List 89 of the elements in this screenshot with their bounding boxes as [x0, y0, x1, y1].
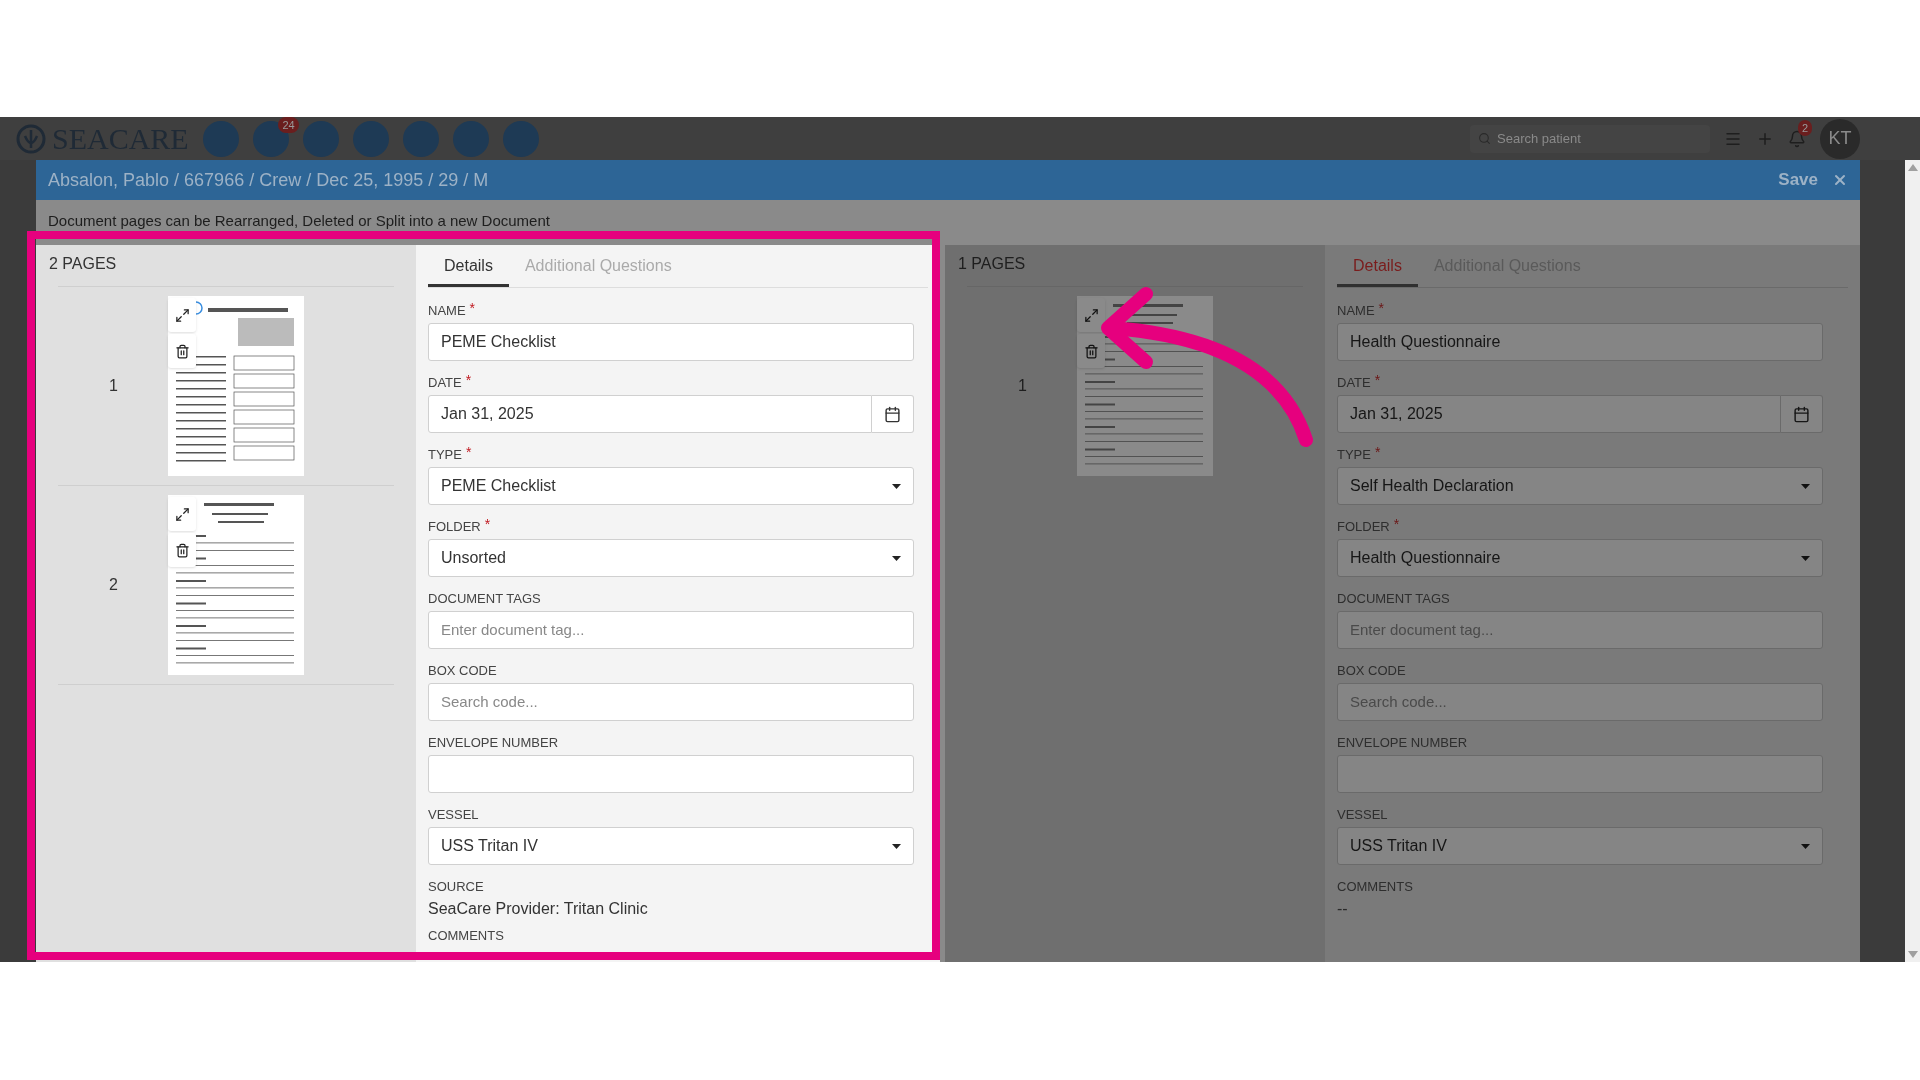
- date-field[interactable]: Jan 31, 2025: [1337, 395, 1781, 433]
- pages-count: 2 PAGES: [48, 254, 118, 274]
- required-mark: *: [1393, 518, 1400, 530]
- notice-text: Document pages can be Rearranged, Deleted or Split into a new Document: [48, 211, 550, 231]
- field-value: SeaCare Provider: Tritan Clinic: [428, 899, 649, 919]
- trash-icon: [1083, 343, 1099, 359]
- field-label: COMMENTS: [428, 927, 504, 944]
- text-field[interactable]: Enter document tag...: [1337, 611, 1823, 649]
- delete-button[interactable]: [1077, 334, 1105, 368]
- expand-button[interactable]: [168, 497, 196, 531]
- pages-count: 1 PAGES: [957, 254, 1027, 274]
- caret-icon: [892, 555, 901, 561]
- field-label: DATE: [428, 374, 462, 391]
- required-mark: *: [465, 446, 472, 458]
- required-mark: *: [1374, 446, 1381, 458]
- field-label: DATE: [1337, 374, 1371, 391]
- field-label: TYPE: [1337, 446, 1371, 463]
- field-label: NAME: [1337, 302, 1375, 319]
- field-label: TYPE: [428, 446, 462, 463]
- nav-icon[interactable]: [452, 120, 489, 157]
- nav-icon[interactable]: [502, 120, 539, 157]
- avatar[interactable]: KT: [1820, 118, 1860, 159]
- close-icon[interactable]: [1832, 172, 1848, 188]
- field-label: VESSEL: [1337, 806, 1388, 823]
- notification-badge: 24: [278, 116, 299, 133]
- caret-icon: [892, 843, 901, 849]
- nav-icon[interactable]: [202, 120, 239, 157]
- calendar-icon: [884, 405, 901, 423]
- nav-icon[interactable]: [352, 120, 389, 157]
- expand-icon: [1083, 307, 1099, 323]
- trash-icon: [174, 343, 190, 359]
- required-mark: *: [465, 374, 472, 386]
- select-field[interactable]: Self Health Declaration: [1337, 467, 1823, 505]
- field-label: BOX CODE: [428, 662, 497, 679]
- date-field[interactable]: Jan 31, 2025: [428, 395, 872, 433]
- trash-icon: [174, 542, 190, 558]
- page-number: 1: [1017, 376, 1028, 396]
- caret-icon: [1801, 555, 1810, 561]
- text-field[interactable]: PEME Checklist: [428, 323, 914, 361]
- field-label: VESSEL: [428, 806, 479, 823]
- calendar-button[interactable]: [1781, 395, 1823, 433]
- text-field[interactable]: [1337, 755, 1823, 793]
- text-field[interactable]: Search code...: [1337, 683, 1823, 721]
- save-button[interactable]: Save: [1778, 167, 1818, 193]
- expand-icon: [174, 506, 190, 522]
- select-field[interactable]: USS Tritan IV: [428, 827, 914, 865]
- delete-button[interactable]: [168, 334, 196, 368]
- calendar-icon: [1793, 405, 1810, 423]
- field-label: COMMENTS: [1337, 878, 1413, 895]
- field-label: FOLDER: [1337, 518, 1390, 535]
- field-label: ENVELOPE NUMBER: [428, 734, 559, 751]
- text-field[interactable]: Search code...: [428, 683, 914, 721]
- select-field[interactable]: PEME Checklist: [428, 467, 914, 505]
- expand-button[interactable]: [168, 298, 196, 332]
- caret-icon: [1801, 843, 1810, 849]
- page-number: 1: [108, 376, 119, 396]
- select-field[interactable]: Health Questionnaire: [1337, 539, 1823, 577]
- field-value: --: [1337, 899, 1349, 919]
- tab[interactable]: Details: [428, 247, 509, 287]
- caret-icon: [892, 483, 901, 489]
- search-field[interactable]: Search patient: [1470, 124, 1710, 153]
- text-field[interactable]: Enter document tag...: [428, 611, 914, 649]
- delete-button[interactable]: [168, 533, 196, 567]
- field-label: BOX CODE: [1337, 662, 1406, 679]
- logo-icon: [16, 123, 46, 154]
- expand-icon: [174, 307, 190, 323]
- required-mark: *: [484, 518, 491, 530]
- field-label: DOCUMENT TAGS: [1337, 590, 1450, 607]
- search-icon: [1478, 132, 1491, 145]
- select-field[interactable]: Unsorted: [428, 539, 914, 577]
- nav-icon[interactable]: [302, 120, 339, 157]
- scroll-down-icon[interactable]: [1907, 951, 1918, 958]
- modal-title: Absalon, Pablo / 667966 / Crew / Dec 25, 1995 / 29 / M: [48, 168, 489, 192]
- notification-badge: 2: [1798, 119, 1813, 136]
- required-mark: *: [1378, 302, 1384, 314]
- expand-button[interactable]: [1077, 298, 1105, 332]
- field-label: NAME: [428, 302, 466, 319]
- required-mark: *: [469, 302, 475, 314]
- field-label: DOCUMENT TAGS: [428, 590, 541, 607]
- text-field[interactable]: Health Questionnaire: [1337, 323, 1823, 361]
- select-field[interactable]: USS Tritan IV: [1337, 827, 1823, 865]
- required-mark: *: [1374, 374, 1381, 386]
- field-label: ENVELOPE NUMBER: [1337, 734, 1468, 751]
- nav-icon[interactable]: [402, 120, 439, 157]
- scroll-up-icon[interactable]: [1907, 164, 1918, 171]
- field-label: FOLDER: [428, 518, 481, 535]
- field-label: SOURCE: [428, 878, 484, 895]
- page-number: 2: [108, 575, 119, 595]
- caret-icon: [1801, 483, 1810, 489]
